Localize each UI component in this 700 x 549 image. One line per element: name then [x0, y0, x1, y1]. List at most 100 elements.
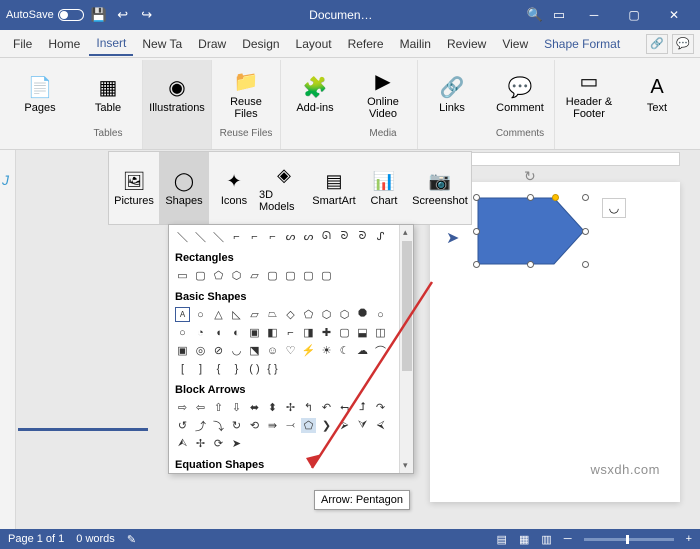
word-count[interactable]: 0 words [76, 533, 115, 545]
links-button[interactable]: 🔗 Links [424, 62, 480, 126]
menu-newtab[interactable]: New Ta [135, 33, 189, 55]
selection-handle[interactable] [527, 194, 534, 201]
share-button[interactable]: 🔗 [646, 34, 668, 54]
maximize-button[interactable]: ▢ [614, 0, 654, 30]
comments-button[interactable]: 💬 [672, 34, 694, 54]
shape-oval[interactable]: ○ [193, 307, 208, 322]
selection-handle[interactable] [473, 261, 480, 268]
focus-mode-icon[interactable]: ▤ [497, 533, 507, 546]
menu-layout[interactable]: Layout [289, 33, 339, 55]
menu-mailings[interactable]: Mailin [393, 33, 438, 55]
shape-connector[interactable]: ⌐ [247, 229, 262, 244]
table-button[interactable]: ▦ Table [80, 62, 136, 126]
shape-circular-arrow[interactable]: ⟳ [211, 436, 226, 451]
adjustment-handle[interactable] [552, 194, 559, 201]
undo-icon[interactable]: ↩ [114, 6, 132, 24]
shape-pie[interactable]: ◔ [193, 325, 208, 340]
menu-design[interactable]: Design [235, 33, 286, 55]
shape-line[interactable]: ＼ [211, 229, 226, 244]
shape-curved-up-arrow[interactable]: ↻ [229, 418, 244, 433]
comment-button[interactable]: 💬 Comment [492, 62, 548, 126]
redo-icon[interactable]: ↪ [138, 6, 156, 24]
rotation-handle-icon[interactable]: ↻ [524, 168, 536, 185]
shape-half-frame[interactable]: ◧ [265, 325, 280, 340]
online-video-button[interactable]: ▶ Online Video [355, 62, 411, 126]
shape-folded-corner[interactable]: ⬔ [247, 343, 262, 358]
shape-heart[interactable]: ♡ [283, 343, 298, 358]
menu-shape-format[interactable]: Shape Format [537, 33, 627, 55]
shape-donut[interactable]: ◎ [193, 343, 208, 358]
web-layout-icon[interactable]: ─ [564, 533, 572, 545]
shape-brace[interactable]: { [211, 361, 226, 376]
blue-line-shape[interactable] [18, 428, 148, 431]
selection-handle[interactable] [582, 228, 589, 235]
shape-block-arc[interactable]: ◡ [229, 343, 244, 358]
minimize-button[interactable]: ─ [574, 0, 614, 30]
selection-handle[interactable] [473, 194, 480, 201]
shape-left-arrow[interactable]: ⇦ [193, 400, 208, 415]
search-icon[interactable]: 🔍 [526, 6, 544, 24]
ribbon-mode-icon[interactable]: ▭ [550, 6, 568, 24]
print-layout-icon[interactable]: ▥ [541, 533, 551, 546]
zoom-in-icon[interactable]: + [686, 533, 692, 545]
selection-handle[interactable] [473, 228, 480, 235]
3d-models-button[interactable]: ◈ 3D Models [259, 152, 309, 224]
shape-right-arrow[interactable]: ⇨ [175, 400, 190, 415]
shape-rounded-rect[interactable]: ▢ [193, 268, 208, 283]
shape-connector[interactable]: ⌐ [229, 229, 244, 244]
menu-view[interactable]: View [495, 33, 535, 55]
shape-dodecagon[interactable]: ○ [175, 325, 190, 340]
shape-triangle[interactable]: △ [211, 307, 226, 322]
shape-bevel[interactable]: ▣ [175, 343, 190, 358]
shape-line[interactable]: ＼ [193, 229, 208, 244]
shape-smiley[interactable]: ☺ [265, 343, 280, 358]
shape-line[interactable]: ＼ [175, 229, 190, 244]
pictures-button[interactable]: 🖼 Pictures [109, 152, 159, 224]
shape-up-arrow[interactable]: ⇧ [211, 400, 226, 415]
shape-frame[interactable]: ▣ [247, 325, 262, 340]
shape-rectangle[interactable]: ▭ [175, 268, 190, 283]
shape-round-rect[interactable]: ▢ [283, 268, 298, 283]
shape-brace-pair[interactable]: { } [265, 361, 280, 376]
shape-bracket[interactable]: ] [193, 361, 208, 376]
shape-text-box[interactable]: A [175, 307, 190, 322]
shape-teardrop[interactable]: ◐ [229, 325, 244, 340]
shape-scribble[interactable]: ᔑ [373, 229, 388, 244]
shape-parallelogram[interactable]: ▱ [247, 307, 262, 322]
pages-button[interactable]: 📄 Pages [12, 62, 68, 126]
shape-up-arrow-callout[interactable]: ⮙ [175, 436, 190, 451]
icons-button[interactable]: ✦ Icons [209, 152, 259, 224]
shape-bracket[interactable]: [ [175, 361, 190, 376]
shape-notched-arrow[interactable]: ⤙ [283, 418, 298, 433]
shapes-button[interactable]: ◯ Shapes [159, 152, 209, 224]
screenshot-button[interactable]: 📷 Screenshot [409, 152, 471, 224]
shape-trapezoid[interactable]: ⏢ [265, 307, 280, 322]
shape-no-symbol[interactable]: ⊘ [211, 343, 226, 358]
close-button[interactable]: ✕ [654, 0, 694, 30]
shape-striped-arrow[interactable]: ⇛ [265, 418, 280, 433]
menu-references[interactable]: Refere [341, 33, 391, 55]
shape-curved-right-arrow[interactable]: ⤴ [193, 418, 208, 433]
shape-right-triangle[interactable]: ◺ [229, 307, 244, 322]
shape-connector[interactable]: ⌐ [265, 229, 280, 244]
selection-handle[interactable] [582, 194, 589, 201]
illustrations-button[interactable]: ◉ Illustrations [149, 62, 205, 126]
shape-quad-arrow[interactable]: ✢ [283, 400, 298, 415]
shape-curved-left-arrow[interactable]: ⤵ [211, 418, 226, 433]
shape-freeform[interactable]: ᘏ [319, 229, 334, 244]
shape-curved-down-arrow[interactable]: ⟲ [247, 418, 262, 433]
shape-brace[interactable]: } [229, 361, 244, 376]
shape-snip-rect[interactable]: ⬠ [211, 268, 226, 283]
shape-freeform[interactable]: ᘐ [337, 229, 352, 244]
autosave-toggle[interactable]: AutoSave [6, 9, 84, 21]
pentagon-shape[interactable] [476, 196, 586, 266]
shape-chord[interactable]: ◖ [211, 325, 226, 340]
shape-curve[interactable]: ᔕ [301, 229, 316, 244]
selection-handle[interactable] [527, 261, 534, 268]
addins-button[interactable]: 🧩 Add-ins [287, 62, 343, 126]
shape-up-down-arrow[interactable]: ⬍ [265, 400, 280, 415]
shape-snip-rect[interactable]: ⬡ [229, 268, 244, 283]
header-footer-button[interactable]: ▭ Header & Footer [561, 62, 617, 126]
smartart-button[interactable]: ▤ SmartArt [309, 152, 359, 224]
menu-home[interactable]: Home [41, 33, 87, 55]
